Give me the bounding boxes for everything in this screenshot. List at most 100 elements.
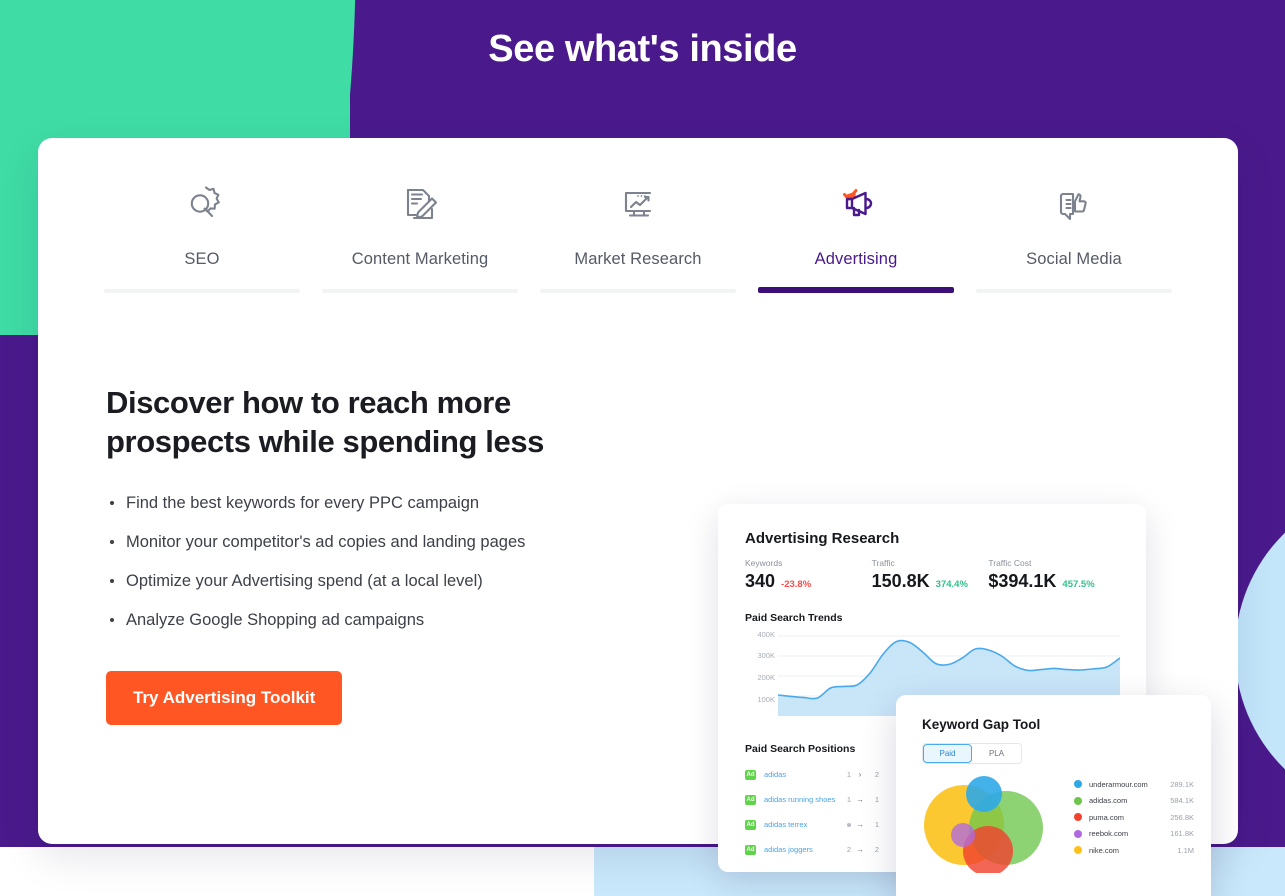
arrow-icon: → [856, 820, 864, 829]
legend-item: adidas.com 584.1K [1074, 793, 1194, 810]
feature-content: Discover how to reach more prospects whi… [106, 383, 576, 725]
ad-badge: Ad [745, 819, 756, 830]
position-to: 2 [874, 845, 879, 854]
metric-traffic: Traffic 150.8K 374.4% [872, 558, 989, 592]
venn-diagram [916, 773, 1056, 873]
tab-label: Content Marketing [351, 250, 489, 268]
tab-label: Advertising [814, 250, 898, 268]
legend-dot-icon [1074, 829, 1082, 838]
panel-title: Advertising Research [745, 530, 900, 547]
paid-search-trends-title: Paid Search Trends [745, 612, 843, 624]
main-card: SEO Content Marketing Market Research Ad… [38, 138, 1238, 896]
table-row[interactable]: Ad adidas 1 › 2 [745, 762, 879, 787]
tab-bar: SEO Content Marketing Market Research Ad… [93, 176, 1183, 293]
legend-label: underarmour.com [1089, 779, 1148, 789]
tab-advertising[interactable]: Advertising [747, 176, 965, 293]
legend-dot-icon [1074, 813, 1082, 822]
table-row[interactable]: Ad adidas joggers 2 → 2 [745, 837, 879, 862]
tab-label: Social Media [1026, 250, 1122, 268]
metric-label: Traffic [871, 558, 895, 568]
y-tick-label: 300K [757, 651, 775, 660]
list-item: Find the best keywords for every PPC cam… [106, 491, 576, 515]
tab-underline-active [758, 287, 954, 293]
legend-value: 256.8K [1170, 812, 1194, 822]
legend-item: underarmour.com 289.1K [1074, 776, 1194, 793]
legend-value: 289.1K [1170, 779, 1194, 789]
position-to: 2 [874, 770, 879, 779]
tab-label: Market Research [574, 250, 702, 268]
arrow-icon: → [856, 795, 864, 804]
y-tick-label: 400K [757, 630, 775, 639]
position-to: 1 [874, 795, 879, 804]
metric-value: $394.1K [988, 571, 1057, 591]
position-from: 1 [846, 795, 851, 804]
metric-value: 150.8K [871, 571, 930, 591]
venn-circle-underarmour [966, 776, 1002, 812]
panel-title: Keyword Gap Tool [922, 717, 1041, 732]
position-from: 1 [846, 770, 851, 779]
ad-badge: Ad [745, 844, 756, 855]
monitor-chart-icon [612, 176, 664, 230]
legend-value: 1.1M [1177, 845, 1194, 855]
tab-underline [322, 289, 518, 293]
feature-bullet-list: Find the best keywords for every PPC cam… [106, 491, 576, 632]
metric-label: Keywords [745, 558, 783, 568]
legend-item: nike.com 1.1M [1074, 842, 1194, 859]
metrics-row: Keywords 340 -23.8% Traffic 150.8K 374.4… [745, 558, 1115, 592]
tab-underline [540, 289, 736, 293]
legend-dot-icon [1074, 796, 1082, 805]
legend-label: nike.com [1089, 845, 1120, 855]
venn-circle-reebok [951, 823, 975, 847]
tab-label: SEO [184, 250, 220, 268]
tab-social-media[interactable]: Social Media [965, 176, 1183, 293]
tab-underline [104, 289, 300, 293]
tab-pla[interactable]: PLA [972, 744, 1021, 763]
tab-content-marketing[interactable]: Content Marketing [311, 176, 529, 293]
magnifier-gear-icon [176, 176, 228, 230]
list-item: Monitor your competitor's ad copies and … [106, 530, 576, 554]
keyword-gap-legend: underarmour.com 289.1K adidas.com 584.1K… [1074, 776, 1194, 859]
metric-delta: -23.8% [781, 579, 812, 590]
metric-delta: 457.5% [1062, 579, 1095, 590]
page-root: See what's inside SEO Content Marketing … [0, 0, 1285, 896]
metric-traffic-cost: Traffic Cost $394.1K 457.5% [988, 558, 1115, 592]
arrow-icon: › [858, 770, 862, 779]
y-tick-label: 200K [757, 673, 775, 682]
paid-search-positions-list: Ad adidas 1 › 2 Ad adidas running shoes … [745, 762, 879, 862]
list-item: Analyze Google Shopping ad campaigns [106, 608, 576, 632]
try-advertising-toolkit-button[interactable]: Try Advertising Toolkit [106, 671, 343, 725]
legend-dot-icon [1074, 846, 1082, 855]
tab-paid[interactable]: Paid [923, 744, 972, 763]
keyword-gap-tool-panel: Keyword Gap Tool Paid PLA underarmour.co… [896, 695, 1211, 896]
keyword-link[interactable]: adidas running shoes [764, 795, 839, 804]
y-tick-label: 100K [757, 695, 775, 704]
legend-label: reebok.com [1089, 829, 1129, 839]
keyword-link[interactable]: adidas terrex [764, 820, 839, 829]
megaphone-check-icon [830, 176, 882, 230]
legend-label: puma.com [1089, 812, 1125, 822]
table-row[interactable]: Ad adidas running shoes 1 → 1 [745, 787, 879, 812]
ad-badge: Ad [745, 794, 756, 805]
metric-keywords: Keywords 340 -23.8% [745, 558, 872, 592]
legend-dot-icon [1074, 780, 1082, 789]
metric-value: 340 [745, 571, 776, 591]
tab-seo[interactable]: SEO [93, 176, 311, 293]
tab-market-research[interactable]: Market Research [529, 176, 747, 293]
list-item: Optimize your Advertising spend (at a lo… [106, 569, 576, 593]
arrow-icon: → [856, 845, 864, 854]
ad-badge: Ad [745, 769, 756, 780]
table-row[interactable]: Ad adidas terrex → 1 [745, 812, 879, 837]
metric-label: Traffic Cost [988, 558, 1032, 568]
background-bottom-white [0, 847, 594, 896]
legend-label: adidas.com [1089, 796, 1128, 806]
legend-item: puma.com 256.8K [1074, 809, 1194, 826]
keyword-gap-tab-group: Paid PLA [922, 743, 1022, 764]
keyword-link[interactable]: adidas joggers [764, 845, 839, 854]
feature-headline: Discover how to reach more prospects whi… [106, 385, 545, 459]
keyword-link[interactable]: adidas [764, 770, 839, 779]
legend-item: reebok.com 161.8K [1074, 826, 1194, 843]
legend-value: 584.1K [1170, 796, 1194, 806]
paid-search-positions-title: Paid Search Positions [745, 743, 856, 755]
legend-value: 161.8K [1170, 829, 1194, 839]
document-pencil-icon [394, 176, 446, 230]
